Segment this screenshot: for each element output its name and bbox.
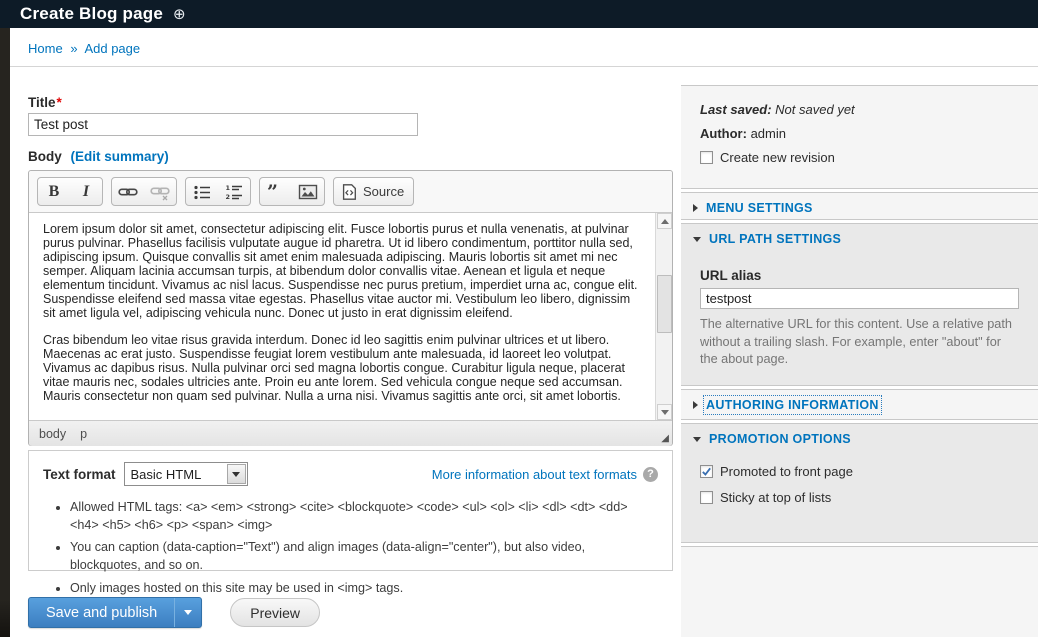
check-icon xyxy=(701,466,712,477)
url-path-settings-section: URL PATH SETTINGS URL alias The alternat… xyxy=(681,223,1038,386)
title-label: Title* xyxy=(28,95,62,110)
save-and-publish-button[interactable]: Save and publish xyxy=(28,597,202,628)
sticky-at-top-checkbox[interactable]: Sticky at top of lists xyxy=(700,490,1038,505)
promotion-options-toggle[interactable]: PROMOTION OPTIONS xyxy=(681,424,1038,446)
toolbar-group-links xyxy=(111,177,177,206)
toolbar-group-source: Source xyxy=(333,177,414,206)
authoring-information-section: AUTHORING INFORMATION xyxy=(681,389,1038,420)
image-icon[interactable] xyxy=(292,178,324,205)
resize-handle-icon[interactable]: ◢ xyxy=(661,433,669,444)
checkbox-box[interactable] xyxy=(700,151,713,164)
breadcrumb-separator: » xyxy=(70,41,77,56)
bold-button[interactable]: B xyxy=(38,178,70,205)
last-saved-row: Last saved: Not saved yet xyxy=(700,102,1024,117)
authoring-information-toggle[interactable]: AUTHORING INFORMATION xyxy=(681,390,1038,412)
svg-text:1: 1 xyxy=(226,184,231,192)
expanded-arrow-icon xyxy=(693,237,701,242)
help-icon[interactable]: ? xyxy=(643,467,658,482)
url-alias-field: URL alias The alternative URL for this c… xyxy=(681,246,1038,369)
url-path-settings-toggle[interactable]: URL PATH SETTINGS xyxy=(681,224,1038,246)
entity-meta-panel: Last saved: Not saved yet Author: admin … xyxy=(681,85,1038,189)
text-format-label: Text format xyxy=(43,467,116,482)
blockquote-icon[interactable]: ” xyxy=(260,178,292,205)
add-shortcut-icon[interactable]: ⊕ xyxy=(173,7,186,22)
breadcrumb-add-page-link[interactable]: Add page xyxy=(84,41,140,56)
italic-button[interactable]: I xyxy=(70,178,102,205)
promotion-options-body: Promoted to front page Sticky at top of … xyxy=(681,446,1038,505)
bulleted-list-icon[interactable] xyxy=(186,178,218,205)
preview-button[interactable]: Preview xyxy=(230,598,320,627)
page-header: Create Blog page ⊕ xyxy=(0,0,1038,28)
url-alias-description: The alternative URL for this content. Us… xyxy=(700,316,1022,369)
body-paragraph-2: Cras bibendum leo vitae risus gravida in… xyxy=(43,333,642,403)
promoted-to-front-page-checkbox[interactable]: Promoted to front page xyxy=(700,464,1038,479)
filter-tip: Allowed HTML tags: <a> <em> <strong> <ci… xyxy=(70,499,658,534)
collapsed-arrow-icon xyxy=(693,204,698,212)
create-new-revision-checkbox[interactable]: Create new revision xyxy=(700,150,1024,165)
edit-summary-link[interactable]: (Edit summary) xyxy=(71,149,169,164)
checkbox-box[interactable] xyxy=(700,491,713,504)
url-alias-input[interactable] xyxy=(700,288,1019,309)
toolbar-group-basicstyles: B I xyxy=(37,177,103,206)
body-label: Body (Edit summary) xyxy=(28,149,169,164)
filter-tip: You can caption (data-caption="Text") an… xyxy=(70,539,658,574)
scrollbar-thumb[interactable] xyxy=(657,275,672,333)
editor-toolbar: B I 12 ” xyxy=(29,171,672,213)
author-row: Author: admin xyxy=(700,126,1024,141)
scroll-up-icon[interactable] xyxy=(657,213,672,229)
numbered-list-icon[interactable]: 12 xyxy=(218,178,250,205)
required-marker: * xyxy=(57,95,62,110)
text-format-help-link[interactable]: More information about text formats xyxy=(432,467,637,482)
editor-element-path: body p ◢ xyxy=(29,420,672,446)
source-button[interactable]: Source xyxy=(334,178,413,205)
body-paragraph-1: Lorem ipsum dolor sit amet, consectetur … xyxy=(43,222,642,320)
breadcrumb-band: Home » Add page xyxy=(10,28,1038,67)
text-format-row: Text format Basic HTML More information … xyxy=(43,462,658,486)
url-alias-label: URL alias xyxy=(700,268,1020,283)
collapsed-arrow-icon xyxy=(693,401,698,409)
scroll-down-icon[interactable] xyxy=(657,404,672,420)
breadcrumb: Home » Add page xyxy=(28,41,140,56)
editor-content-area[interactable]: Lorem ipsum dolor sit amet, consectetur … xyxy=(29,213,672,420)
link-icon[interactable] xyxy=(112,178,144,205)
toolbar-group-media: ” xyxy=(259,177,325,206)
menu-settings-toggle[interactable]: MENU SETTINGS xyxy=(681,193,1038,215)
breadcrumb-home-link[interactable]: Home xyxy=(28,41,63,56)
svg-text:”: ” xyxy=(267,182,278,202)
body-editor: B I 12 ” xyxy=(28,170,673,446)
menu-settings-section: MENU SETTINGS xyxy=(681,192,1038,220)
toolbar-group-lists: 12 xyxy=(185,177,251,206)
text-format-select[interactable]: Basic HTML xyxy=(124,462,248,486)
path-item-p[interactable]: p xyxy=(80,427,87,441)
save-dropdown-toggle[interactable] xyxy=(174,598,201,627)
svg-text:2: 2 xyxy=(226,193,231,201)
title-input[interactable] xyxy=(28,113,418,136)
select-caret-icon xyxy=(227,464,246,484)
expanded-arrow-icon xyxy=(693,437,701,442)
checkbox-box[interactable] xyxy=(700,465,713,478)
path-item-body[interactable]: body xyxy=(39,427,66,441)
sidebar-empty-panel xyxy=(681,546,1038,637)
text-format-wrapper: Text format Basic HTML More information … xyxy=(28,450,673,571)
caret-down-icon xyxy=(184,610,192,615)
filter-tips-list: Allowed HTML tags: <a> <em> <strong> <ci… xyxy=(70,499,658,597)
page-title: Create Blog page xyxy=(20,4,163,24)
promotion-options-section: PROMOTION OPTIONS Promoted to front page… xyxy=(681,423,1038,543)
form-actions: Save and publish Preview xyxy=(28,597,320,628)
editor-scrollbar[interactable] xyxy=(655,213,672,420)
filter-tip: Only images hosted on this site may be u… xyxy=(70,580,658,598)
unlink-icon[interactable] xyxy=(144,178,176,205)
left-toolbar-rail xyxy=(0,0,10,637)
source-icon xyxy=(340,183,358,201)
